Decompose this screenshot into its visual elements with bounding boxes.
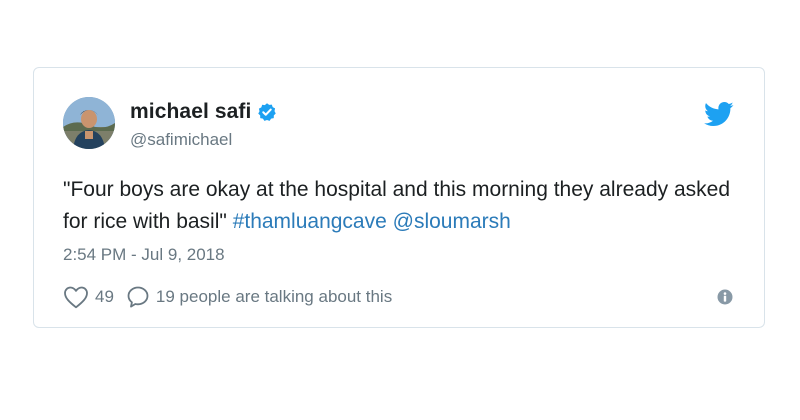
mention-link[interactable]: @sloumarsh (393, 210, 511, 233)
tweet-actions: 49 19 people are talking about this (63, 284, 404, 310)
talking-text: 19 people are talking about this (155, 287, 393, 306)
speech-bubble-icon (127, 286, 149, 308)
heart-icon (64, 286, 88, 309)
talking-link[interactable]: 19 people are talking about this (126, 285, 392, 309)
tweet-card: michael safi @safimichael "Four boys are… (33, 67, 765, 328)
twitter-bird-icon[interactable] (704, 102, 734, 127)
author-display-name[interactable]: michael safi (130, 100, 251, 124)
like-button[interactable]: 49 (63, 285, 114, 309)
avatar[interactable] (63, 97, 115, 149)
info-icon[interactable] (717, 289, 733, 305)
hashtag-link[interactable]: #thamluangcave (233, 210, 387, 233)
tweet-timestamp[interactable]: 2:54 PM - Jul 9, 2018 (63, 245, 225, 265)
author-handle[interactable]: @safimichael (130, 130, 232, 150)
tweet-text: "Four boys are okay at the hospital and … (63, 174, 743, 238)
verified-badge-icon (257, 102, 277, 122)
author-name-row[interactable]: michael safi (130, 98, 277, 126)
likes-count: 49 (95, 287, 114, 306)
